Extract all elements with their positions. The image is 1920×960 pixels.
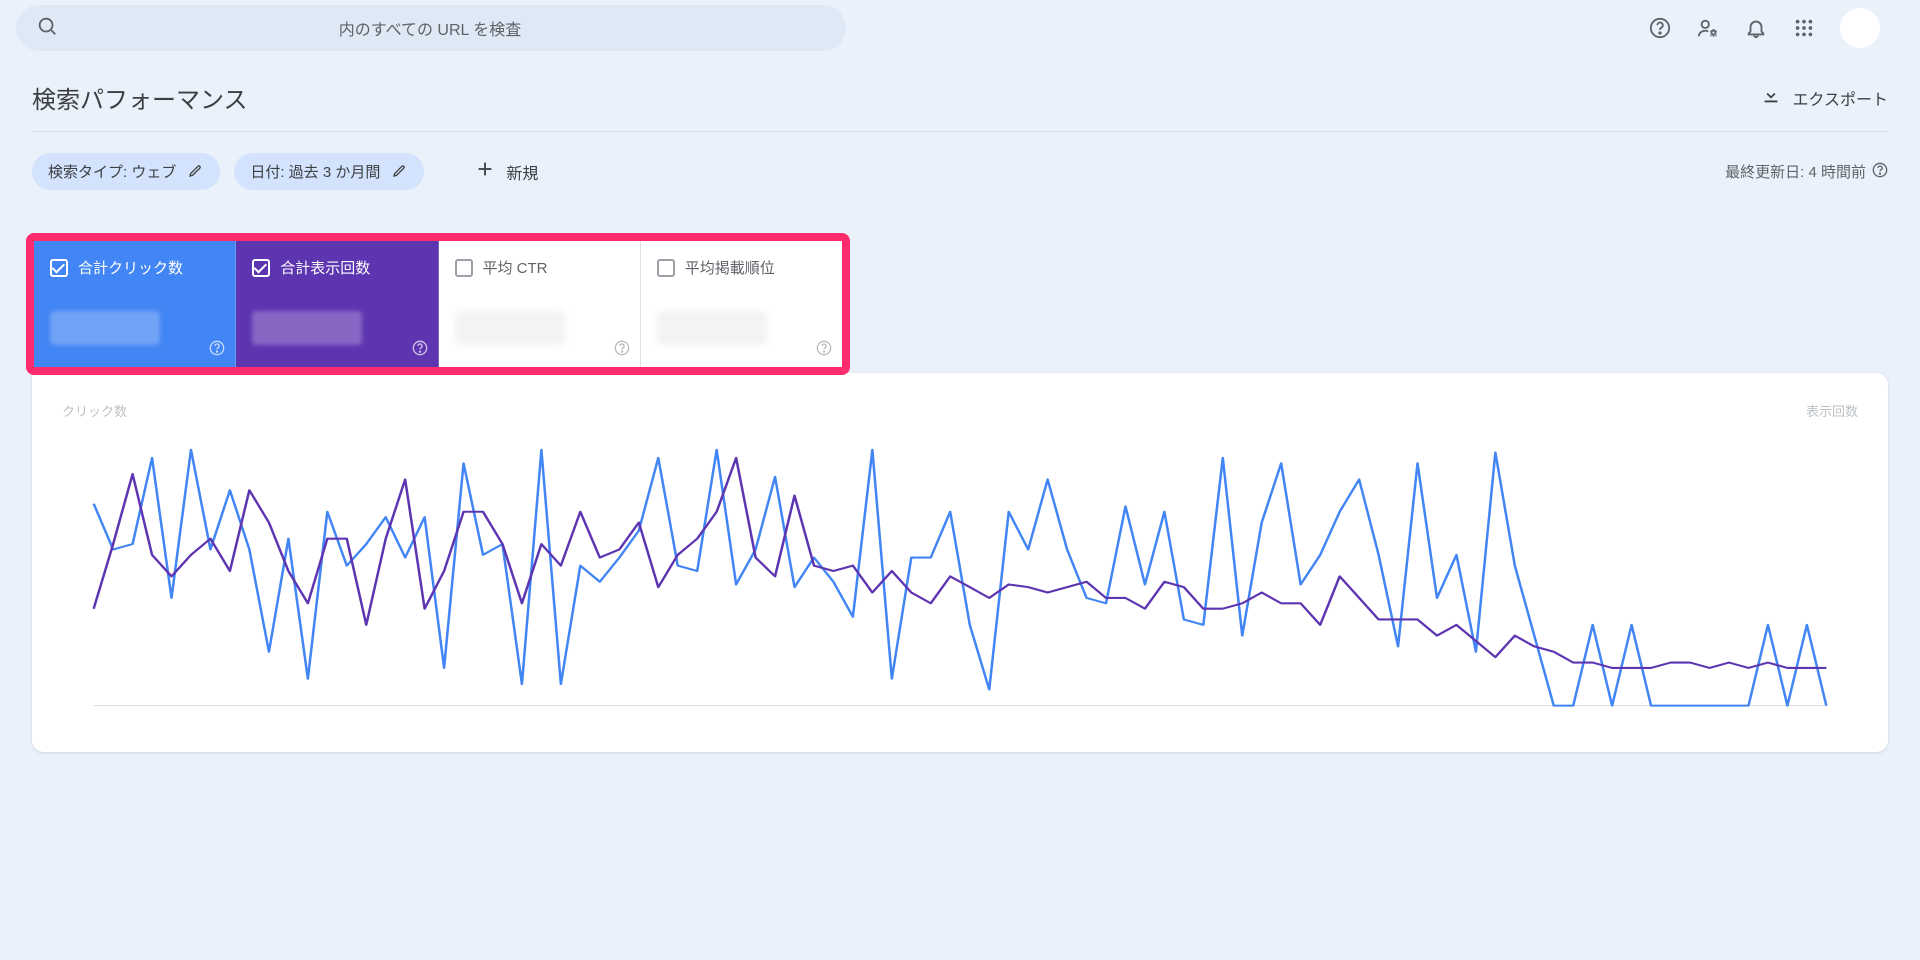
checkbox-icon	[252, 259, 270, 277]
help-icon[interactable]	[816, 340, 832, 359]
metric-value-redacted	[252, 311, 362, 345]
performance-line-chart	[56, 426, 1864, 716]
chart-card: クリック数 表示回数	[32, 373, 1888, 752]
topbar-actions	[1648, 8, 1904, 48]
user-settings-icon[interactable]	[1696, 16, 1720, 40]
metric-header: 平均 CTR	[455, 257, 624, 278]
search-icon	[36, 15, 58, 42]
help-icon[interactable]	[1648, 16, 1672, 40]
notifications-icon[interactable]	[1744, 16, 1768, 40]
metric-label: 合計表示回数	[280, 257, 370, 278]
filter-chip-search-type[interactable]: 検索タイプ: ウェブ	[32, 153, 220, 190]
filter-row: 検索タイプ: ウェブ 日付: 過去 3 か月間 新規 最終更新日: 4 時間前	[0, 132, 1920, 233]
help-icon[interactable]	[1872, 162, 1888, 182]
help-icon[interactable]	[412, 340, 428, 359]
apps-grid-icon[interactable]	[1792, 16, 1816, 40]
chart-wrap	[56, 426, 1864, 716]
metric-value-redacted	[50, 311, 160, 345]
add-filter-button[interactable]: 新規	[462, 150, 550, 193]
checkbox-icon	[455, 259, 473, 277]
metric-header: 合計クリック数	[50, 257, 219, 278]
metric-card-total-impressions[interactable]: 合計表示回数	[236, 241, 438, 367]
help-icon[interactable]	[209, 340, 225, 359]
chart-axis-labels: クリック数 表示回数	[56, 401, 1864, 426]
metrics-row: 合計クリック数 合計表示回数 平均 CTR	[34, 241, 842, 367]
metric-header: 合計表示回数	[252, 257, 421, 278]
last-updated: 最終更新日: 4 時間前	[1725, 161, 1888, 182]
metric-card-avg-ctr[interactable]: 平均 CTR	[439, 241, 641, 367]
checkbox-icon	[50, 259, 68, 277]
right-axis-label: 表示回数	[1806, 401, 1858, 420]
page-title: 検索パフォーマンス	[32, 80, 248, 115]
pencil-icon	[392, 162, 408, 182]
left-axis-label: クリック数	[62, 401, 127, 420]
topbar: 内のすべての URL を検査	[0, 0, 1920, 56]
last-updated-text: 最終更新日: 4 時間前	[1725, 161, 1866, 182]
plus-icon	[474, 158, 496, 185]
search-placeholder: 内のすべての URL を検査	[74, 16, 826, 40]
metric-label: 平均 CTR	[483, 257, 548, 278]
pencil-icon	[188, 162, 204, 182]
download-icon	[1760, 84, 1782, 111]
url-inspect-search[interactable]: 内のすべての URL を検査	[16, 5, 846, 51]
export-button[interactable]: エクスポート	[1760, 84, 1888, 111]
metric-header: 平均掲載順位	[657, 257, 826, 278]
add-filter-label: 新規	[506, 160, 538, 184]
metric-card-total-clicks[interactable]: 合計クリック数	[34, 241, 236, 367]
checkbox-icon	[657, 259, 675, 277]
metric-card-avg-position[interactable]: 平均掲載順位	[641, 241, 842, 367]
export-label: エクスポート	[1792, 86, 1888, 110]
chip-label: 検索タイプ: ウェブ	[48, 161, 176, 182]
metric-label: 合計クリック数	[78, 257, 183, 278]
metric-label: 平均掲載順位	[685, 257, 775, 278]
avatar[interactable]	[1840, 8, 1880, 48]
metrics-highlight-box: 合計クリック数 合計表示回数 平均 CTR	[26, 233, 850, 375]
metric-value-redacted	[455, 311, 565, 345]
chart-series-line	[94, 450, 1827, 706]
filter-chip-date[interactable]: 日付: 過去 3 か月間	[234, 153, 424, 190]
metric-value-redacted	[657, 311, 767, 345]
help-icon[interactable]	[614, 340, 630, 359]
chip-label: 日付: 過去 3 か月間	[250, 161, 380, 182]
page-header: 検索パフォーマンス エクスポート	[0, 56, 1920, 131]
